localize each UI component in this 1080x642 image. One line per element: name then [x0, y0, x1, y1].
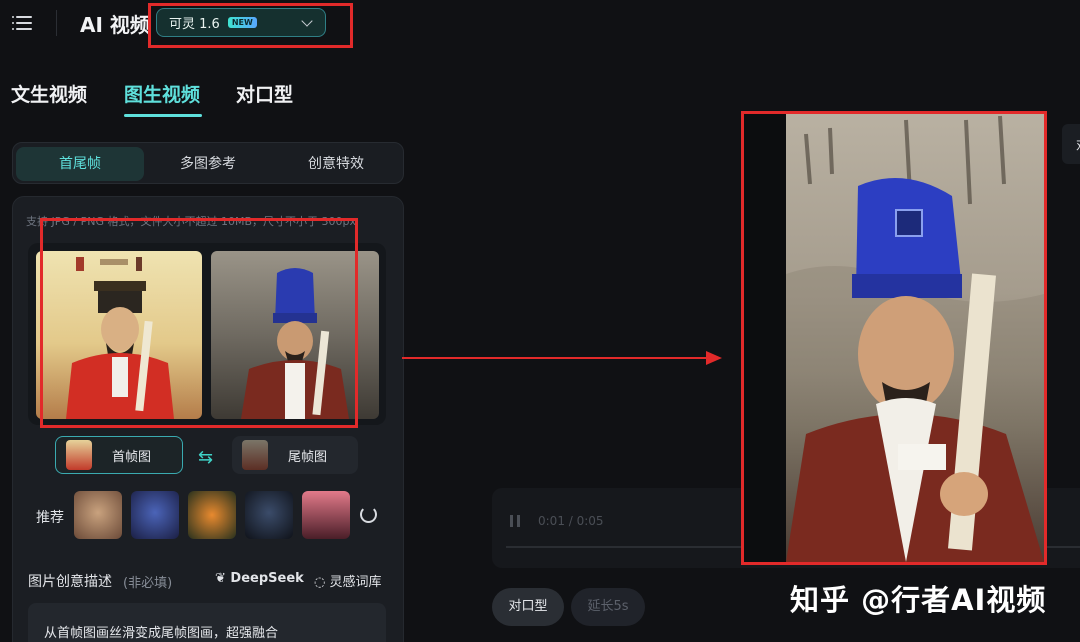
deepseek-button[interactable]: ❦ DeepSeek [215, 571, 304, 586]
annotation-arrow-line [402, 357, 708, 359]
subtab-first-last-frame[interactable]: 首尾帧 [16, 147, 144, 181]
deepseek-icon: ❦ [215, 571, 231, 586]
active-tab-underline [124, 114, 202, 117]
last-frame-button[interactable]: 尾帧图 [232, 436, 358, 474]
tab-text-to-video[interactable]: 文生视频 [11, 80, 87, 107]
annotation-box-model [148, 3, 353, 48]
lip-sync-button[interactable]: 对口型 [492, 588, 564, 626]
first-frame-thumbnail [66, 440, 92, 470]
extend-button[interactable]: 延长5s [571, 588, 645, 626]
prompt-text: 从首帧图画丝滑变成尾帧图画，超强融合 [44, 626, 279, 641]
edge-tab-label: 对 [1076, 136, 1080, 153]
subtab-creative-effects[interactable]: 创意特效 [272, 147, 400, 181]
annotation-box-frames [40, 218, 358, 428]
playback-time: 0:01 / 0:05 [538, 514, 604, 528]
annotation-arrow-head [706, 351, 722, 365]
last-frame-thumbnail [242, 440, 268, 470]
edge-tab[interactable]: 对 [1062, 124, 1080, 164]
tab-lip-sync[interactable]: 对口型 [236, 80, 293, 107]
sub-tab-bar: 首尾帧 多图参考 创意特效 [12, 142, 404, 184]
description-label: 图片创意描述 [28, 574, 112, 590]
recommend-thumb[interactable] [302, 491, 350, 539]
menu-icon[interactable] [12, 14, 32, 32]
recommend-thumb[interactable] [245, 491, 293, 539]
watermark: 知乎 @行者AI视频 [790, 583, 1047, 617]
first-frame-button[interactable]: 首帧图 [55, 436, 183, 474]
recommend-thumb[interactable] [188, 491, 236, 539]
inspiration-label: 灵感词库 [329, 575, 382, 590]
swap-icon[interactable]: ⇆ [198, 447, 213, 468]
recommend-label: 推荐 [36, 510, 64, 526]
deepseek-label: DeepSeek [230, 571, 304, 586]
first-frame-label: 首帧图 [112, 449, 152, 465]
annotation-box-preview [741, 111, 1047, 565]
recommend-thumb[interactable] [74, 491, 122, 539]
description-optional-label: (非必填) [123, 576, 173, 591]
header-divider [56, 10, 57, 36]
pause-icon[interactable] [510, 515, 522, 527]
refresh-icon[interactable] [360, 506, 377, 523]
last-frame-label: 尾帧图 [288, 449, 328, 465]
recommend-thumb[interactable] [131, 491, 179, 539]
subtab-multi-image-ref[interactable]: 多图参考 [144, 147, 272, 181]
lightbulb-icon: ◌ [314, 575, 330, 590]
app-title: AI 视频 [80, 13, 150, 37]
tab-image-to-video[interactable]: 图生视频 [124, 80, 200, 107]
inspiration-button[interactable]: ◌ 灵感词库 [314, 571, 382, 590]
